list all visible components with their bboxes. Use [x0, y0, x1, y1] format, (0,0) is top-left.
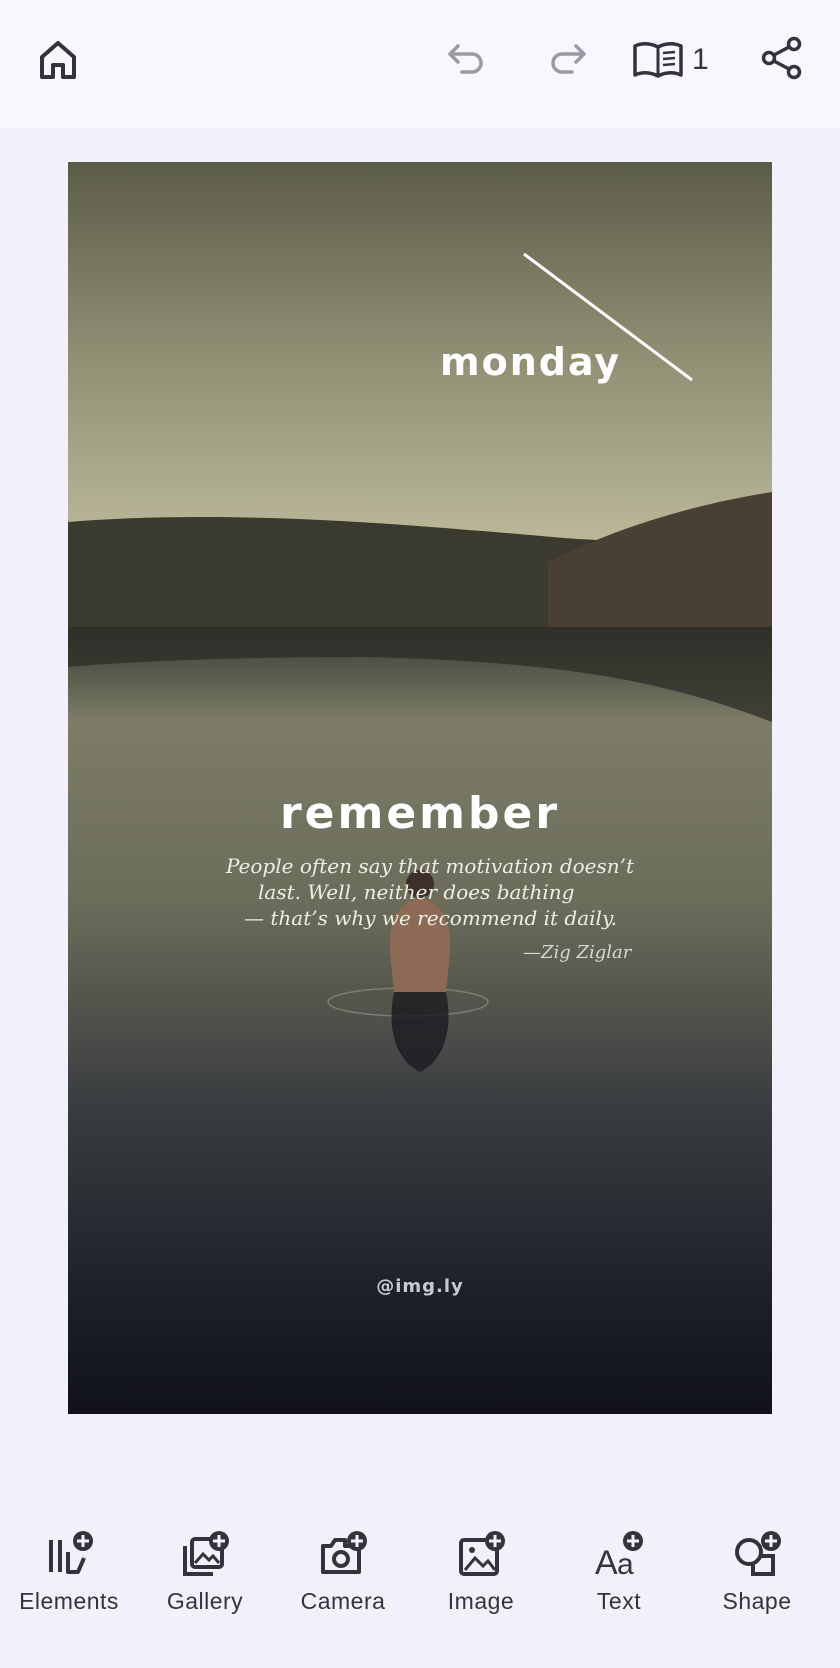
redo-icon[interactable] — [538, 28, 598, 88]
gallery-label: Gallery — [166, 1588, 244, 1614]
quote-author[interactable]: —Zig Ziglar — [523, 942, 631, 963]
shape-button[interactable]: Shape — [688, 1514, 826, 1634]
watermark-handle[interactable]: @img.ly — [68, 1276, 772, 1297]
quote-line-2[interactable]: last. Well, neither does bathing — [258, 880, 574, 904]
quote-line-1[interactable]: People often say that motivation doesn’t — [226, 854, 634, 878]
image-label: Image — [447, 1588, 515, 1614]
undo-icon[interactable] — [436, 28, 496, 88]
svg-text:A: A — [595, 1544, 618, 1578]
text-label: Text — [596, 1588, 642, 1614]
share-icon[interactable] — [752, 28, 812, 88]
pages-button[interactable]: 1 — [632, 30, 709, 90]
text-add-icon: A a — [595, 1531, 643, 1578]
shape-label: Shape — [722, 1588, 792, 1614]
camera-button[interactable]: Camera — [274, 1514, 412, 1634]
page-count: 1 — [692, 43, 709, 76]
camera-add-icon — [321, 1531, 367, 1574]
elements-label: Elements — [19, 1588, 119, 1614]
shape-add-icon — [735, 1531, 781, 1576]
elements-button[interactable]: Elements — [0, 1514, 138, 1634]
home-icon[interactable] — [28, 30, 88, 90]
svg-text:a: a — [617, 1548, 634, 1578]
book-icon — [633, 42, 683, 78]
gallery-button[interactable]: Gallery — [136, 1514, 274, 1634]
elements-add-icon — [49, 1531, 93, 1574]
text-button[interactable]: A a Text — [550, 1514, 688, 1634]
monday-text[interactable]: monday — [440, 340, 621, 384]
top-bar: 1 — [0, 0, 840, 128]
image-add-icon — [459, 1531, 505, 1576]
quote-line-3[interactable]: — that’s why we recommend it daily. — [244, 906, 617, 930]
bottom-toolbar: Elements Gallery Camera Image A a Text S… — [0, 1514, 840, 1634]
image-button[interactable]: Image — [412, 1514, 550, 1634]
gallery-add-icon — [183, 1531, 229, 1576]
camera-label: Camera — [300, 1588, 386, 1614]
remember-heading[interactable]: remember — [68, 788, 772, 839]
design-canvas[interactable]: monday remember People often say that mo… — [68, 162, 772, 1414]
